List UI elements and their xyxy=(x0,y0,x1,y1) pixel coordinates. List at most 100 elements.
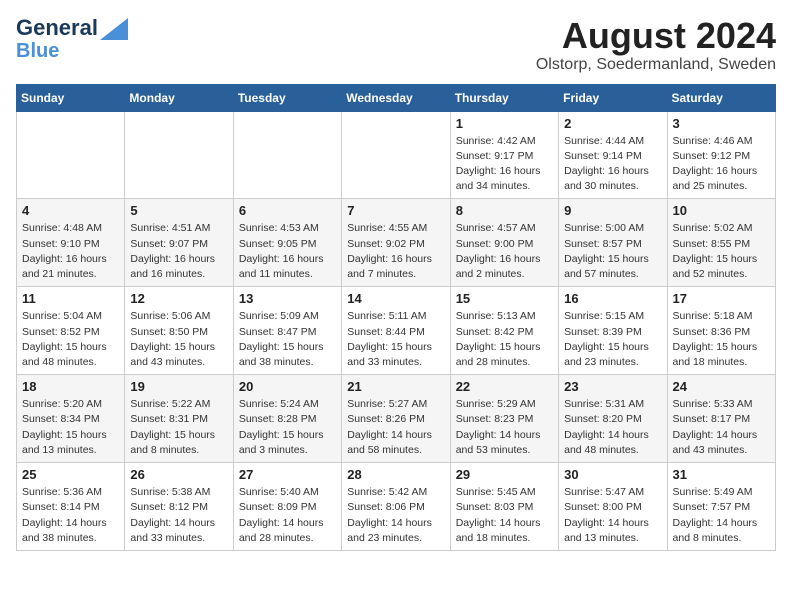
day-info: Sunrise: 4:57 AM Sunset: 9:00 PM Dayligh… xyxy=(456,221,553,282)
calendar-cell: 24Sunrise: 5:33 AM Sunset: 8:17 PM Dayli… xyxy=(667,375,775,463)
calendar-cell: 13Sunrise: 5:09 AM Sunset: 8:47 PM Dayli… xyxy=(233,287,341,375)
day-number: 27 xyxy=(239,467,336,482)
calendar-cell: 9 Sunrise: 5:00 AM Sunset: 8:57 PM Daylig… xyxy=(559,199,667,287)
calendar-cell: 20Sunrise: 5:24 AM Sunset: 8:28 PM Dayli… xyxy=(233,375,341,463)
day-number: 25 xyxy=(22,467,119,482)
logo-line2: Blue xyxy=(16,40,128,62)
calendar-cell: 27Sunrise: 5:40 AM Sunset: 8:09 PM Dayli… xyxy=(233,463,341,551)
weekday-header: Tuesday xyxy=(233,84,341,111)
day-info: Sunrise: 4:53 AM Sunset: 9:05 PM Dayligh… xyxy=(239,221,336,282)
calendar-cell: 25 Sunrise: 5:36 AM Sunset: 8:14 PM Dayli… xyxy=(17,463,125,551)
calendar-cell: 3Sunrise: 4:46 AM Sunset: 9:12 PM Daylig… xyxy=(667,111,775,199)
calendar-cell: 1 Sunrise: 4:42 AM Sunset: 9:17 PM Daylig… xyxy=(450,111,558,199)
day-number: 7 xyxy=(347,203,444,218)
day-info: Sunrise: 5:20 AM Sunset: 8:34 PM Dayligh… xyxy=(22,397,119,458)
day-number: 4 xyxy=(22,203,119,218)
day-info: Sunrise: 5:29 AM Sunset: 8:23 PM Dayligh… xyxy=(456,397,553,458)
day-number: 15 xyxy=(456,291,553,306)
calendar-cell: 10Sunrise: 5:02 AM Sunset: 8:55 PM Dayli… xyxy=(667,199,775,287)
day-number: 16 xyxy=(564,291,661,306)
day-info: Sunrise: 5:42 AM Sunset: 8:06 PM Dayligh… xyxy=(347,485,444,546)
calendar-cell: 21Sunrise: 5:27 AM Sunset: 8:26 PM Dayli… xyxy=(342,375,450,463)
day-number: 26 xyxy=(130,467,227,482)
calendar-cell: 5 Sunrise: 4:51 AM Sunset: 9:07 PM Daylig… xyxy=(125,199,233,287)
logo-line1: General xyxy=(16,16,98,40)
day-info: Sunrise: 4:42 AM Sunset: 9:17 PM Dayligh… xyxy=(456,134,553,195)
weekday-header: Wednesday xyxy=(342,84,450,111)
day-number: 17 xyxy=(673,291,770,306)
day-info: Sunrise: 5:45 AM Sunset: 8:03 PM Dayligh… xyxy=(456,485,553,546)
day-number: 8 xyxy=(456,203,553,218)
calendar-cell: 31Sunrise: 5:49 AM Sunset: 7:57 PM Dayli… xyxy=(667,463,775,551)
calendar-cell: 26 Sunrise: 5:38 AM Sunset: 8:12 PM Dayli… xyxy=(125,463,233,551)
day-info: Sunrise: 5:13 AM Sunset: 8:42 PM Dayligh… xyxy=(456,309,553,370)
day-number: 19 xyxy=(130,379,227,394)
calendar-cell: 6Sunrise: 4:53 AM Sunset: 9:05 PM Daylig… xyxy=(233,199,341,287)
calendar-week-row: 1 Sunrise: 4:42 AM Sunset: 9:17 PM Daylig… xyxy=(17,111,776,199)
day-info: Sunrise: 5:22 AM Sunset: 8:31 PM Dayligh… xyxy=(130,397,227,458)
day-info: Sunrise: 4:51 AM Sunset: 9:07 PM Dayligh… xyxy=(130,221,227,282)
day-info: Sunrise: 5:31 AM Sunset: 8:20 PM Dayligh… xyxy=(564,397,661,458)
day-info: Sunrise: 5:09 AM Sunset: 8:47 PM Dayligh… xyxy=(239,309,336,370)
day-number: 11 xyxy=(22,291,119,306)
day-info: Sunrise: 5:33 AM Sunset: 8:17 PM Dayligh… xyxy=(673,397,770,458)
day-info: Sunrise: 5:38 AM Sunset: 8:12 PM Dayligh… xyxy=(130,485,227,546)
day-number: 21 xyxy=(347,379,444,394)
calendar-cell: 7Sunrise: 4:55 AM Sunset: 9:02 PM Daylig… xyxy=(342,199,450,287)
calendar-cell xyxy=(233,111,341,199)
day-number: 1 xyxy=(456,116,553,131)
weekday-header: Saturday xyxy=(667,84,775,111)
day-info: Sunrise: 5:06 AM Sunset: 8:50 PM Dayligh… xyxy=(130,309,227,370)
day-number: 5 xyxy=(130,203,227,218)
calendar-cell: 12 Sunrise: 5:06 AM Sunset: 8:50 PM Dayli… xyxy=(125,287,233,375)
calendar-body: 1 Sunrise: 4:42 AM Sunset: 9:17 PM Daylig… xyxy=(17,111,776,550)
header-row: SundayMondayTuesdayWednesdayThursdayFrid… xyxy=(17,84,776,111)
calendar-cell xyxy=(17,111,125,199)
calendar-table: SundayMondayTuesdayWednesdayThursdayFrid… xyxy=(16,84,776,551)
calendar-cell: 19 Sunrise: 5:22 AM Sunset: 8:31 PM Dayli… xyxy=(125,375,233,463)
page-header: General Blue August 2024 Olstorp, Soeder… xyxy=(16,16,776,74)
calendar-cell: 28 Sunrise: 5:42 AM Sunset: 8:06 PM Dayli… xyxy=(342,463,450,551)
day-number: 30 xyxy=(564,467,661,482)
calendar-cell: 22 Sunrise: 5:29 AM Sunset: 8:23 PM Dayli… xyxy=(450,375,558,463)
day-number: 31 xyxy=(673,467,770,482)
calendar-week-row: 4Sunrise: 4:48 AM Sunset: 9:10 PM Daylig… xyxy=(17,199,776,287)
calendar-cell: 14 Sunrise: 5:11 AM Sunset: 8:44 PM Dayli… xyxy=(342,287,450,375)
day-number: 28 xyxy=(347,467,444,482)
title-area: August 2024 Olstorp, Soedermanland, Swed… xyxy=(536,16,776,74)
calendar-cell: 30 Sunrise: 5:47 AM Sunset: 8:00 PM Dayli… xyxy=(559,463,667,551)
calendar-cell xyxy=(342,111,450,199)
day-info: Sunrise: 5:11 AM Sunset: 8:44 PM Dayligh… xyxy=(347,309,444,370)
calendar-cell: 29Sunrise: 5:45 AM Sunset: 8:03 PM Dayli… xyxy=(450,463,558,551)
day-info: Sunrise: 5:15 AM Sunset: 8:39 PM Dayligh… xyxy=(564,309,661,370)
day-number: 2 xyxy=(564,116,661,131)
weekday-header: Friday xyxy=(559,84,667,111)
day-number: 18 xyxy=(22,379,119,394)
day-info: Sunrise: 5:36 AM Sunset: 8:14 PM Dayligh… xyxy=(22,485,119,546)
calendar-cell: 15 Sunrise: 5:13 AM Sunset: 8:42 PM Dayli… xyxy=(450,287,558,375)
day-number: 14 xyxy=(347,291,444,306)
calendar-cell xyxy=(125,111,233,199)
day-info: Sunrise: 5:47 AM Sunset: 8:00 PM Dayligh… xyxy=(564,485,661,546)
month-title: August 2024 xyxy=(536,16,776,56)
weekday-header: Thursday xyxy=(450,84,558,111)
calendar-week-row: 25 Sunrise: 5:36 AM Sunset: 8:14 PM Dayli… xyxy=(17,463,776,551)
calendar-cell: 17Sunrise: 5:18 AM Sunset: 8:36 PM Dayli… xyxy=(667,287,775,375)
day-info: Sunrise: 4:46 AM Sunset: 9:12 PM Dayligh… xyxy=(673,134,770,195)
day-info: Sunrise: 5:00 AM Sunset: 8:57 PM Dayligh… xyxy=(564,221,661,282)
day-info: Sunrise: 5:02 AM Sunset: 8:55 PM Dayligh… xyxy=(673,221,770,282)
calendar-cell: 16 Sunrise: 5:15 AM Sunset: 8:39 PM Dayli… xyxy=(559,287,667,375)
day-number: 9 xyxy=(564,203,661,218)
weekday-header: Monday xyxy=(125,84,233,111)
calendar-cell: 23Sunrise: 5:31 AM Sunset: 8:20 PM Dayli… xyxy=(559,375,667,463)
calendar-cell: 11 Sunrise: 5:04 AM Sunset: 8:52 PM Dayli… xyxy=(17,287,125,375)
logo: General Blue xyxy=(16,16,128,62)
calendar-cell: 18 Sunrise: 5:20 AM Sunset: 8:34 PM Dayli… xyxy=(17,375,125,463)
day-info: Sunrise: 5:04 AM Sunset: 8:52 PM Dayligh… xyxy=(22,309,119,370)
day-number: 22 xyxy=(456,379,553,394)
weekday-header: Sunday xyxy=(17,84,125,111)
day-number: 12 xyxy=(130,291,227,306)
logo-icon xyxy=(100,18,128,40)
day-number: 20 xyxy=(239,379,336,394)
calendar-header: SundayMondayTuesdayWednesdayThursdayFrid… xyxy=(17,84,776,111)
